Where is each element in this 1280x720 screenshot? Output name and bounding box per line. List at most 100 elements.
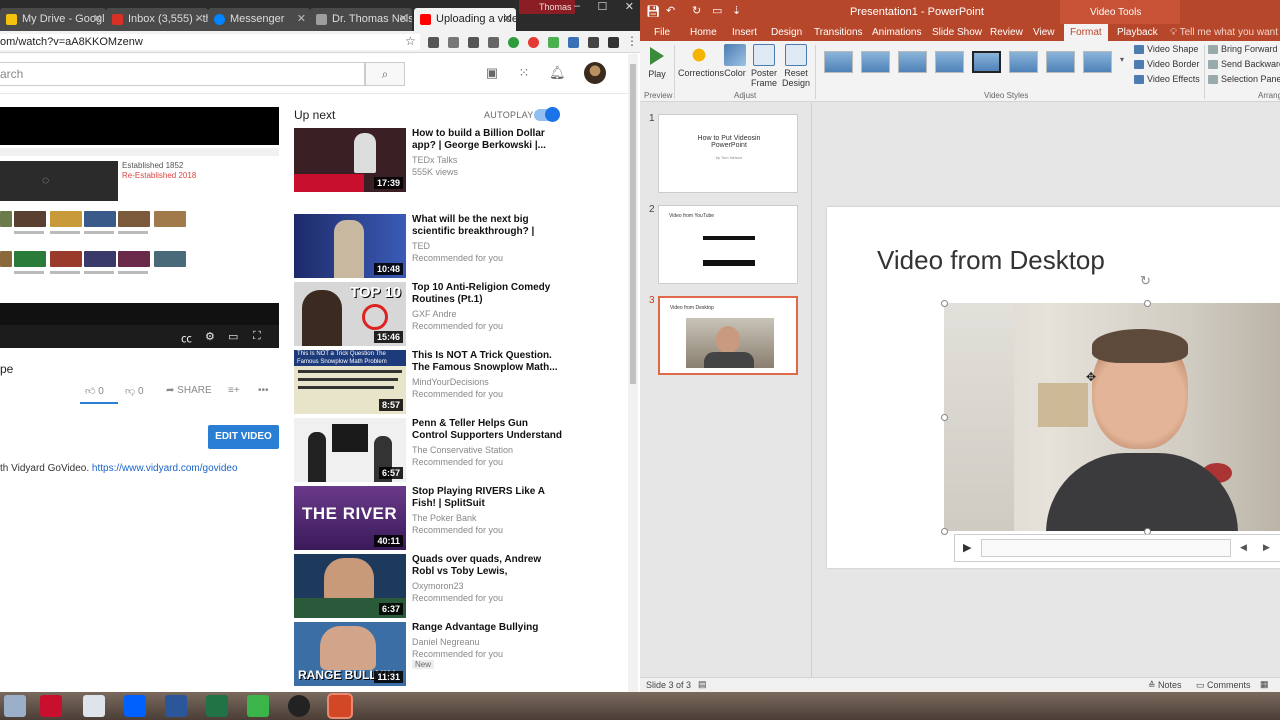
recommendation-title[interactable]: Stop Playing RIVERS Like A Fish! | Split… bbox=[412, 486, 562, 510]
tab-insert[interactable]: Insert bbox=[732, 27, 757, 38]
channel-name[interactable]: Daniel Negreanu bbox=[412, 637, 480, 647]
video-shape-button[interactable]: Video Shape bbox=[1134, 44, 1198, 54]
video-style-thumbnail[interactable] bbox=[824, 51, 853, 73]
video-thumbnail[interactable]: 6:37 bbox=[294, 554, 406, 618]
apps-grid-icon[interactable]: ⁙ bbox=[517, 66, 531, 80]
resize-handle[interactable] bbox=[941, 528, 948, 535]
profile-chip[interactable]: Thomas bbox=[519, 0, 575, 14]
channel-name[interactable]: The Poker Bank bbox=[412, 513, 477, 523]
recommendation-title[interactable]: This Is NOT A Trick Question. The Famous… bbox=[412, 350, 562, 374]
video-style-thumbnail[interactable] bbox=[861, 51, 890, 73]
video-thumbnail[interactable]: TOP 10 15:46 bbox=[294, 282, 406, 346]
captions-icon[interactable]: ㏄ bbox=[181, 330, 192, 346]
redo-icon[interactable]: ↻ bbox=[692, 4, 701, 17]
video-thumbnail[interactable]: This Is NOT a Trick Question The Famous … bbox=[294, 350, 406, 414]
video-style-thumbnail[interactable] bbox=[972, 51, 1001, 73]
document-app-icon[interactable] bbox=[83, 695, 105, 717]
corrections-button[interactable]: Corrections bbox=[678, 44, 724, 78]
tab-uploading[interactable]: Uploading a video ✕ bbox=[414, 8, 516, 31]
video-thumbnail[interactable]: 6:57 bbox=[294, 418, 406, 482]
channel-name[interactable]: Oxymoron23 bbox=[412, 581, 464, 591]
video-object[interactable] bbox=[944, 303, 1280, 531]
close-window-icon[interactable]: ✕ bbox=[625, 0, 634, 16]
extension-icon[interactable] bbox=[568, 37, 579, 48]
video-style-thumbnail[interactable] bbox=[1009, 51, 1038, 73]
autoplay-toggle[interactable] bbox=[534, 107, 560, 122]
tab-dr-thomas[interactable]: Dr. Thomas Nelso ✕ bbox=[310, 8, 412, 31]
tab-design[interactable]: Design bbox=[771, 27, 802, 38]
video-progress-track[interactable] bbox=[981, 539, 1231, 557]
camtasia-icon[interactable] bbox=[247, 695, 269, 717]
like-button[interactable]: 👍︎ 0 bbox=[85, 385, 104, 397]
slide-thumbnail-3[interactable]: Video from Desktop bbox=[658, 296, 798, 375]
play-button[interactable]: Play bbox=[646, 44, 668, 79]
resize-handle[interactable] bbox=[1144, 300, 1151, 307]
search-input[interactable]: arch bbox=[0, 62, 365, 86]
acrobat-icon[interactable] bbox=[40, 695, 62, 717]
recommendation-item[interactable]: 10:48 What will be the next big scientif… bbox=[294, 214, 594, 278]
reset-design-button[interactable]: Reset Design bbox=[782, 44, 810, 88]
recommendation-title[interactable]: Top 10 Anti-Religion Comedy Routines (Pt… bbox=[412, 282, 562, 306]
resize-handle[interactable] bbox=[941, 300, 948, 307]
tab-inbox[interactable]: Inbox (3,555) - th ✕ bbox=[106, 8, 208, 31]
undo-icon[interactable]: ↶ bbox=[666, 4, 675, 17]
selection-pane-button[interactable]: Selection Pane bbox=[1208, 74, 1280, 84]
video-thumbnail[interactable]: RANGE BULLYIN 11:31 bbox=[294, 622, 406, 686]
maximize-icon[interactable]: ☐ bbox=[598, 0, 608, 16]
scrollbar-thumb[interactable] bbox=[630, 64, 636, 384]
extension-icon[interactable] bbox=[448, 37, 459, 48]
avatar[interactable] bbox=[584, 62, 606, 84]
comments-button[interactable]: ▭ Comments bbox=[1196, 680, 1251, 691]
url-field[interactable]: om/watch?v=aA8KKOMzenw bbox=[0, 34, 420, 50]
search-button[interactable]: ⌕ bbox=[365, 62, 405, 86]
tab-slide-show[interactable]: Slide Show bbox=[932, 27, 982, 38]
video-style-thumbnail[interactable] bbox=[1083, 51, 1112, 73]
resize-handle[interactable] bbox=[941, 414, 948, 421]
recommendation-item[interactable]: This Is NOT a Trick Question The Famous … bbox=[294, 350, 594, 414]
gallery-more-icon[interactable]: ▾ bbox=[1120, 55, 1124, 64]
recommendation-item[interactable]: TOP 10 15:46 Top 10 Anti-Religion Comedy… bbox=[294, 282, 594, 346]
color-button[interactable]: Color bbox=[723, 44, 747, 78]
notes-button[interactable]: ≙ Notes bbox=[1148, 680, 1182, 691]
recommendation-item[interactable]: 6:57 Penn & Teller Helps Gun Control Sup… bbox=[294, 418, 594, 482]
recommendation-title[interactable]: Range Advantage Bullying bbox=[412, 622, 562, 634]
obs-icon[interactable] bbox=[288, 695, 310, 717]
video-style-thumbnail[interactable] bbox=[935, 51, 964, 73]
extension-icon[interactable] bbox=[608, 37, 619, 48]
extension-icon[interactable] bbox=[468, 37, 479, 48]
word-icon[interactable] bbox=[165, 695, 187, 717]
tab-transitions[interactable]: Transitions bbox=[814, 27, 863, 38]
recommendation-item[interactable]: RANGE BULLYIN 11:31 Range Advantage Bull… bbox=[294, 622, 594, 686]
close-icon[interactable]: ✕ bbox=[297, 8, 306, 31]
video-player[interactable]: ◌ Established 1852 Re-Established 2018 ㏄… bbox=[0, 107, 279, 348]
extension-icon[interactable] bbox=[548, 37, 559, 48]
video-thumbnail[interactable]: 17:39 bbox=[294, 128, 406, 192]
fullscreen-icon[interactable]: ⛶ bbox=[253, 330, 261, 343]
video-effects-button[interactable]: Video Effects bbox=[1134, 74, 1200, 84]
recommendation-item[interactable]: 6:37 Quads over quads, Andrew Robl vs To… bbox=[294, 554, 594, 618]
step-back-icon[interactable]: ◀ bbox=[1240, 542, 1247, 553]
video-border-button[interactable]: Video Border bbox=[1134, 59, 1199, 69]
play-icon[interactable]: ▶ bbox=[963, 541, 971, 554]
channel-name[interactable]: GXF Andre bbox=[412, 309, 457, 319]
customize-toolbar-icon[interactable]: ⇣ bbox=[732, 4, 741, 17]
extension-icon[interactable] bbox=[528, 37, 539, 48]
tab-messenger[interactable]: Messenger ✕ bbox=[208, 8, 310, 31]
settings-gear-icon[interactable]: ⚙ bbox=[205, 330, 215, 343]
tab-view[interactable]: View bbox=[1033, 27, 1055, 38]
tab-format[interactable]: Format bbox=[1064, 24, 1108, 41]
dislike-button[interactable]: 👎︎ 0 bbox=[125, 385, 144, 397]
close-icon[interactable]: ✕ bbox=[93, 8, 102, 31]
powerpoint-icon[interactable] bbox=[329, 695, 351, 717]
start-slideshow-icon[interactable]: ▭ bbox=[712, 4, 722, 17]
close-icon[interactable]: ✕ bbox=[195, 8, 204, 31]
minimize-icon[interactable]: – bbox=[574, 0, 580, 16]
step-forward-icon[interactable]: ▶ bbox=[1263, 542, 1270, 553]
video-style-thumbnail[interactable] bbox=[898, 51, 927, 73]
tab-home[interactable]: Home bbox=[690, 27, 717, 38]
channel-name[interactable]: TED bbox=[412, 241, 430, 251]
recommendation-title[interactable]: What will be the next big scientific bre… bbox=[412, 214, 562, 238]
spellcheck-icon[interactable]: ▤ bbox=[698, 679, 707, 690]
explorer-icon[interactable] bbox=[4, 695, 26, 717]
slide-canvas[interactable]: Video from Desktop ↻ ▶ ◀ ▶ bbox=[827, 207, 1280, 568]
